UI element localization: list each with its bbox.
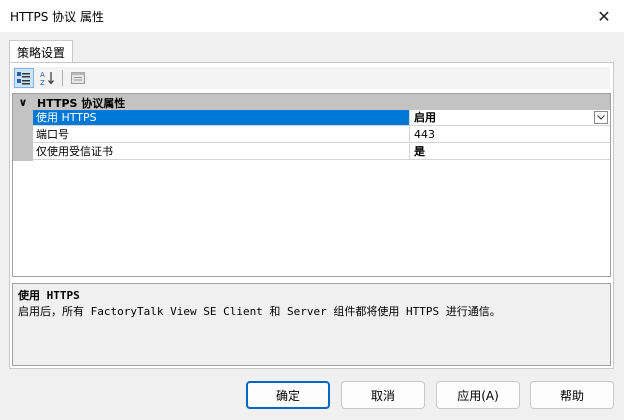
close-button[interactable]: ✕ [590, 4, 618, 28]
row-margin [13, 110, 33, 127]
help-button[interactable]: 帮助 [530, 381, 614, 409]
categorized-view-icon [17, 72, 30, 85]
property-value[interactable]: 是 [410, 144, 610, 160]
property-pages-icon [71, 72, 85, 84]
property-pages-button[interactable] [68, 68, 88, 88]
tab-label: 策略设置 [16, 45, 65, 60]
row-margin [13, 144, 33, 161]
property-row-trusted-certs[interactable]: 仅使用受信证书 是 [13, 144, 610, 161]
property-row-use-https[interactable]: 使用 HTTPS 启用 [13, 110, 610, 127]
cancel-button[interactable]: 取消 [341, 381, 425, 409]
description-title: 使用 HTTPS [18, 289, 80, 302]
description-text: 启用后，所有 FactoryTalk View SE Client 和 Serv… [18, 305, 501, 318]
property-value-text: 启用 [414, 111, 436, 124]
title-bar: HTTPS 协议 属性 ✕ [0, 0, 624, 32]
sort-az-icon: A Z [40, 71, 54, 86]
apply-button[interactable]: 应用(A) [436, 381, 520, 409]
property-value[interactable]: 启用 [410, 110, 610, 126]
property-name: 使用 HTTPS [33, 110, 410, 126]
categorized-button[interactable] [14, 68, 34, 88]
property-value[interactable]: 443 [410, 127, 610, 143]
dropdown-button[interactable] [594, 111, 608, 124]
svg-text:Z: Z [40, 79, 45, 86]
property-row-port[interactable]: 端口号 443 [13, 127, 610, 144]
property-name: 仅使用受信证书 [33, 144, 410, 160]
toolbar-separator [62, 70, 63, 86]
alphabetical-button[interactable]: A Z [38, 68, 58, 88]
property-name: 端口号 [33, 127, 410, 143]
category-label: HTTPS 协议属性 [37, 97, 126, 110]
category-row[interactable]: ∨ HTTPS 协议属性 [13, 94, 610, 110]
svg-text:A: A [40, 71, 45, 79]
close-icon: ✕ [597, 6, 611, 26]
property-grid-toolbar: A Z [12, 67, 610, 89]
description-pane: 使用 HTTPS 启用后，所有 FactoryTalk View SE Clie… [12, 283, 611, 366]
chevron-down-icon [597, 115, 605, 120]
collapse-icon[interactable]: ∨ [17, 95, 29, 109]
property-grid: ∨ HTTPS 协议属性 使用 HTTPS 启用 端口号 443 仅使用受信证书… [12, 93, 611, 277]
row-margin [13, 127, 33, 144]
window-title: HTTPS 协议 属性 [10, 10, 104, 24]
tab-policy-settings[interactable]: 策略设置 [9, 40, 73, 63]
ok-button[interactable]: 确定 [246, 381, 330, 409]
